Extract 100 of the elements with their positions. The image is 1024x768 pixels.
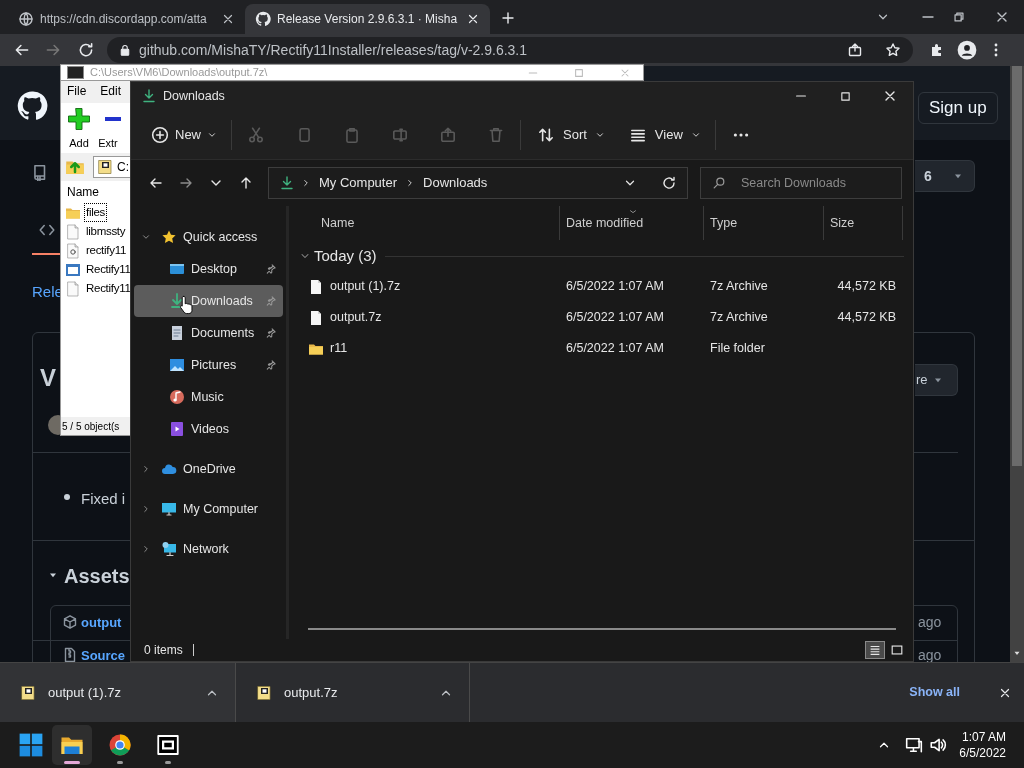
document-icon	[169, 325, 185, 341]
group-header[interactable]: Today (3)	[314, 244, 377, 268]
new-button[interactable]: New	[143, 116, 223, 153]
file-name[interactable]: output (1).7z	[330, 277, 401, 296]
sidebar-item[interactable]: OneDrive	[134, 453, 283, 485]
new-tab-icon[interactable]	[500, 10, 516, 26]
table-cell-text: 6/5/2022 1:07 AM	[565, 340, 665, 358]
path-field[interactable]: C:	[93, 156, 130, 178]
close-icon[interactable]	[466, 12, 480, 26]
release-menu-button[interactable]: re	[915, 364, 958, 396]
breadcrumb-item[interactable]: Downloads	[421, 173, 490, 193]
sidebar-item[interactable]: Downloads	[134, 285, 283, 317]
sidebar-item[interactable]: Quick access	[134, 221, 283, 253]
file-name[interactable]: output.7z	[330, 308, 382, 327]
table-cell-text: File folder	[709, 340, 766, 358]
archive-file-icon	[97, 159, 113, 175]
breadcrumb-item[interactable]: My Computer	[317, 173, 400, 193]
close-icon[interactable]	[221, 12, 235, 26]
profile-icon[interactable]	[957, 40, 977, 60]
asset-age: ago	[918, 613, 942, 632]
paste-icon	[343, 125, 361, 144]
github-logo-icon[interactable]	[16, 90, 48, 122]
sidebar-item[interactable]: Music	[134, 381, 283, 413]
add-circle-icon	[151, 125, 169, 144]
network-icon[interactable]	[905, 736, 924, 754]
asset-link[interactable]: Source	[81, 646, 126, 666]
volume-icon[interactable]	[929, 736, 948, 754]
file-icon	[308, 309, 324, 326]
refresh-icon[interactable]	[661, 175, 677, 191]
window-title: Downloads	[163, 87, 225, 105]
start-icon[interactable]	[18, 732, 44, 758]
address-bar[interactable]: github.com/MishaTY/Rectify11Installer/releases/tag/v-2.9.6.3.1	[107, 37, 913, 63]
sidebar-item[interactable]: Network	[134, 533, 283, 565]
sidebar-item[interactable]: My Computer	[134, 493, 283, 525]
toolbar-button[interactable]: Add	[67, 107, 91, 152]
lock-icon[interactable]	[119, 44, 131, 56]
browser-tab[interactable]: Release Version 2.9.6.3.1 · Misha	[245, 4, 490, 34]
scrollbar[interactable]	[308, 628, 896, 630]
file-name[interactable]: r11	[330, 339, 348, 358]
clock-time[interactable]: 1:07 AM	[961, 729, 1006, 745]
column-header[interactable]: Name	[61, 181, 130, 203]
network-icon	[161, 541, 177, 557]
list-item[interactable]: rectify11	[84, 240, 129, 261]
column-header[interactable]: Type	[703, 206, 823, 240]
chevron-icon[interactable]	[141, 232, 151, 242]
sidebar-item[interactable]: Pictures	[134, 349, 283, 381]
sidebar-item[interactable]: Documents	[134, 317, 283, 349]
sidebar-item[interactable]: Videos	[134, 413, 283, 445]
list-icon	[868, 643, 882, 657]
table-cell-text: 44,572 KB	[836, 278, 897, 296]
scrollbar[interactable]	[1010, 66, 1024, 662]
view-button[interactable]: View	[622, 116, 707, 153]
sidebar-item[interactable]: Desktop	[134, 253, 283, 285]
maximize-icon[interactable]	[839, 89, 852, 103]
monitor-icon	[161, 501, 177, 517]
chevron-icon[interactable]	[141, 504, 151, 514]
star-icon[interactable]	[885, 42, 901, 58]
asset-age: ago	[918, 646, 942, 665]
pin-icon[interactable]	[265, 263, 277, 275]
list-item[interactable]: files	[84, 202, 107, 223]
restore-icon[interactable]	[952, 10, 966, 24]
menu-item[interactable]: Edit	[100, 82, 122, 103]
pictures-icon	[169, 357, 185, 373]
globe-icon	[18, 11, 34, 27]
plus-icon	[67, 107, 91, 131]
browser-tab[interactable]: https://cdn.discordapp.com/atta	[8, 4, 245, 34]
sign-up-button[interactable]: Sign up	[918, 92, 998, 124]
show-all-link[interactable]: Show all	[909, 683, 960, 702]
github-logo-icon	[255, 11, 271, 27]
chrome-icon	[108, 733, 132, 757]
menu-item[interactable]: File	[67, 82, 87, 103]
zip-icon	[62, 647, 78, 663]
chevron-icon[interactable]	[141, 544, 151, 554]
search-field[interactable]: Search Downloads	[700, 167, 902, 199]
toolbar-button[interactable]: Extr	[95, 107, 121, 152]
pin-icon[interactable]	[265, 327, 277, 339]
file-icon	[308, 278, 324, 295]
address-bar[interactable]: My Computer Downloads	[268, 167, 688, 199]
count-button[interactable]: 6	[915, 160, 975, 192]
details-view-button[interactable]	[865, 641, 885, 659]
column-header[interactable]: Name	[289, 206, 559, 240]
chevron-icon[interactable]	[141, 464, 151, 474]
pin-icon[interactable]	[265, 359, 277, 371]
list-item[interactable]: Rectify11	[84, 259, 133, 280]
list-item[interactable]: libmssty	[84, 221, 128, 242]
settings-file-icon	[65, 242, 81, 259]
column-header[interactable]: Size	[823, 206, 903, 240]
column-header[interactable]: Date modified	[559, 206, 703, 240]
list-item[interactable]: Rectify11	[84, 278, 133, 299]
chevron-right-icon	[301, 178, 311, 188]
table-cell-text: 7z Archive	[709, 309, 769, 327]
download-item[interactable]: output (1).7z	[0, 663, 236, 722]
clock-date[interactable]: 6/5/2022	[959, 745, 1006, 761]
package-icon	[62, 614, 78, 630]
sort-button[interactable]: Sort	[531, 116, 611, 153]
taskbar-app[interactable]	[52, 725, 92, 765]
share-icon[interactable]	[847, 42, 863, 58]
asset-link[interactable]: output	[81, 613, 122, 633]
reload-icon[interactable]	[77, 41, 95, 59]
table-cell-text: 6/5/2022 1:07 AM	[565, 278, 665, 296]
